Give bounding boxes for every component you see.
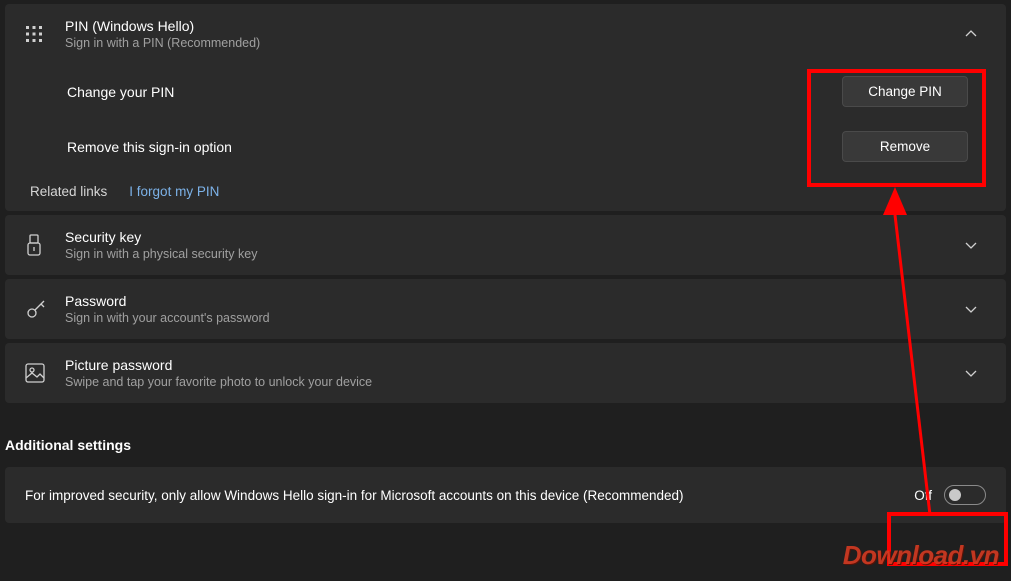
picture-password-panel[interactable]: Picture password Swipe and tap your favo… [5, 343, 1006, 403]
related-links-label: Related links [30, 184, 107, 199]
pin-panel: PIN (Windows Hello) Sign in with a PIN (… [5, 4, 1006, 211]
hello-only-state: Off [914, 488, 932, 503]
pin-subtitle: Sign in with a PIN (Recommended) [65, 36, 956, 50]
toggle-knob [949, 489, 961, 501]
hello-only-description: For improved security, only allow Window… [25, 488, 914, 503]
hello-only-toggle-wrap: Off [914, 485, 986, 505]
additional-settings-heading: Additional settings [0, 407, 1011, 463]
password-title: Password [65, 293, 956, 309]
security-key-icon [25, 234, 43, 256]
keypad-icon [25, 25, 43, 43]
chevron-down-icon [964, 366, 978, 380]
security-key-subtitle: Sign in with a physical security key [65, 247, 956, 261]
picture-password-subtitle: Swipe and tap your favorite photo to unl… [65, 375, 956, 389]
pin-text: PIN (Windows Hello) Sign in with a PIN (… [65, 18, 956, 50]
change-pin-row: Change your PIN Change PIN [5, 64, 1006, 119]
chevron-down-icon [964, 238, 978, 252]
related-links-row: Related links I forgot my PIN [5, 174, 1006, 211]
password-panel[interactable]: Password Sign in with your account's pas… [5, 279, 1006, 339]
forgot-pin-link[interactable]: I forgot my PIN [129, 184, 219, 199]
picture-password-title: Picture password [65, 357, 956, 373]
security-key-panel[interactable]: Security key Sign in with a physical sec… [5, 215, 1006, 275]
hello-only-panel: For improved security, only allow Window… [5, 467, 1006, 523]
remove-button[interactable]: Remove [842, 131, 968, 162]
remove-pin-label: Remove this sign-in option [67, 139, 842, 155]
pin-chevron[interactable] [956, 27, 986, 41]
watermark: Download.vn [843, 540, 999, 571]
chevron-down-icon [964, 302, 978, 316]
password-subtitle: Sign in with your account's password [65, 311, 956, 325]
picture-icon [25, 363, 45, 383]
change-pin-button[interactable]: Change PIN [842, 76, 968, 107]
pin-icon-col [25, 25, 65, 43]
hello-only-toggle[interactable] [944, 485, 986, 505]
key-icon [25, 298, 47, 320]
pin-header-row[interactable]: PIN (Windows Hello) Sign in with a PIN (… [5, 4, 1006, 64]
security-key-title: Security key [65, 229, 956, 245]
remove-pin-row: Remove this sign-in option Remove [5, 119, 1006, 174]
change-pin-label: Change your PIN [67, 84, 842, 100]
pin-title: PIN (Windows Hello) [65, 18, 956, 34]
chevron-up-icon [964, 27, 978, 41]
